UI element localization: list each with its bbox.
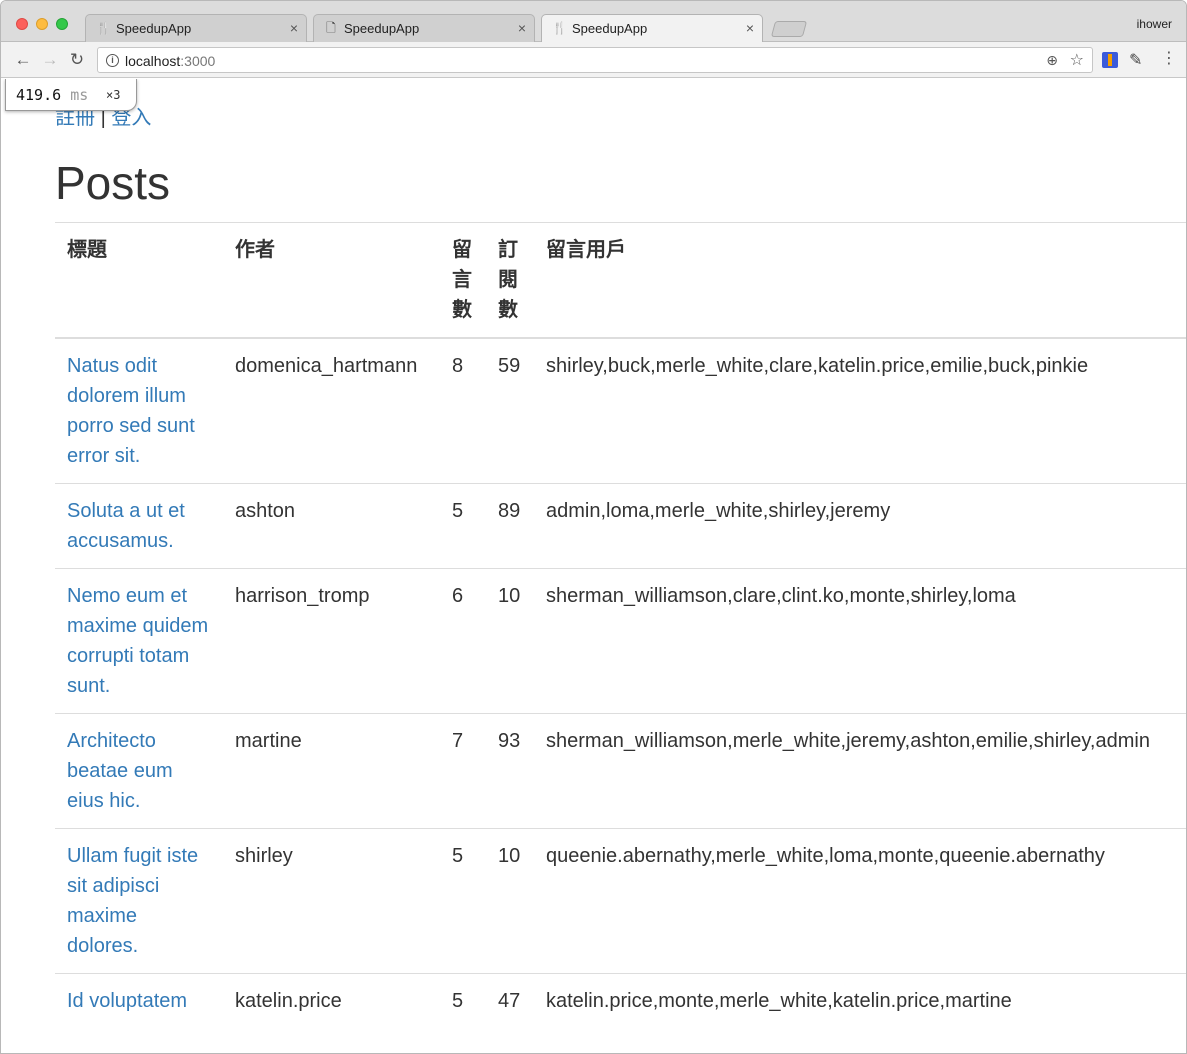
cell-author: harrison_tromp	[223, 568, 440, 714]
info-icon[interactable]: i	[106, 54, 119, 67]
cell-title: Natus odit dolorem illum porro sed sunt …	[55, 337, 223, 484]
bookmark-star-icon[interactable]: ☆	[1070, 50, 1084, 70]
cell-author: shirley	[223, 828, 440, 974]
close-tab-icon[interactable]: ×	[746, 20, 754, 36]
cell-comments-count: 5	[440, 483, 486, 569]
header-comments-count-label: 留言數	[452, 239, 472, 321]
cell-commenters: shirley,buck,merle_white,clare,katelin.p…	[534, 337, 1186, 484]
table-row: Natus odit dolorem illum porro sed sunt …	[55, 337, 1186, 484]
post-title-link[interactable]: Ullam fugit iste sit adipisci maxime dol…	[67, 845, 198, 957]
cell-subscriptions-count: 10	[486, 568, 534, 714]
cell-commenters: sherman_williamson,merle_white,jeremy,as…	[534, 713, 1186, 829]
zoom-icon[interactable]: ⊕	[1046, 52, 1058, 69]
tab-1[interactable]: 🍴 SpeedupApp ×	[85, 14, 307, 42]
profiler-count: ×3	[106, 88, 121, 102]
menu-kebab-icon[interactable]: ⋮	[1161, 49, 1177, 69]
profile-name[interactable]: ihower	[1137, 17, 1172, 31]
cell-comments-count: 7	[440, 713, 486, 829]
url-host: localhost	[125, 53, 181, 69]
brush-extension-icon[interactable]: ✎	[1129, 50, 1142, 70]
cell-title: Nemo eum et maxime quidem corrupti totam…	[55, 568, 223, 714]
tab-title: SpeedupApp	[116, 21, 192, 36]
profiler-time-value: 419.6	[16, 86, 62, 104]
cell-subscriptions-count: 10	[486, 828, 534, 974]
cell-commenters: admin,loma,merle_white,shirley,jeremy	[534, 483, 1186, 569]
close-tab-icon[interactable]: ×	[290, 20, 298, 36]
table-row: Ullam fugit iste sit adipisci maxime dol…	[55, 828, 1186, 974]
cell-author: katelin.price	[223, 973, 440, 1028]
back-arrow-icon[interactable]: ←	[13, 50, 33, 70]
table-row: Id voluptatem katelin.price 5 47 katelin…	[55, 973, 1186, 1028]
cell-subscriptions-count: 59	[486, 337, 534, 484]
cell-comments-count: 8	[440, 337, 486, 484]
page-title: Posts	[55, 157, 171, 209]
maximize-window-button[interactable]	[56, 18, 68, 30]
header-title: 標題	[55, 222, 223, 339]
url-port: :3000	[180, 53, 216, 69]
posts-table: 標題 作者 留言數 訂閱數 留言用戶 Natus odit dolorem il…	[55, 222, 1186, 1028]
cell-author: martine	[223, 713, 440, 829]
cell-author: domenica_hartmann	[223, 337, 440, 484]
post-title-link[interactable]: Nemo eum et maxime quidem corrupti totam…	[67, 585, 208, 697]
tab-title: SpeedupApp	[572, 21, 648, 36]
cell-comments-count: 6	[440, 568, 486, 714]
table-row: Architecto beatae eum eius hic. martine …	[55, 713, 1186, 829]
table-row: Soluta a ut et accusamus. ashton 5 89 ad…	[55, 483, 1186, 569]
tab-3-active[interactable]: 🍴 SpeedupApp ×	[541, 14, 763, 43]
cell-comments-count: 5	[440, 973, 486, 1028]
cell-title: Id voluptatem	[55, 973, 223, 1028]
browser-window: 🍴 SpeedupApp × 🗋 SpeedupApp × 🍴 SpeedupA…	[0, 0, 1187, 1054]
new-tab-button[interactable]	[770, 21, 808, 37]
reload-icon[interactable]: ↻	[67, 50, 87, 70]
cell-comments-count: 5	[440, 828, 486, 974]
cell-title: Architecto beatae eum eius hic.	[55, 713, 223, 829]
profiler-badge[interactable]: 419.6 ms ×3	[5, 79, 137, 111]
header-comments-count: 留言數	[440, 222, 486, 339]
close-window-button[interactable]	[16, 18, 28, 30]
profiler-time: 419.6 ms	[16, 86, 88, 104]
cell-author: ashton	[223, 483, 440, 569]
url-text[interactable]: localhost:3000	[125, 53, 215, 69]
fork-knife-icon: 🍴	[96, 21, 111, 35]
cell-title: Ullam fugit iste sit adipisci maxime dol…	[55, 828, 223, 974]
post-title-link[interactable]: Natus odit dolorem illum porro sed sunt …	[67, 355, 195, 467]
header-subscriptions-count: 訂閱數	[486, 222, 534, 339]
profiler-time-unit: ms	[70, 86, 89, 104]
close-tab-icon[interactable]: ×	[518, 20, 526, 36]
forward-arrow-icon[interactable]: →	[40, 50, 60, 70]
address-bar[interactable]: i localhost:3000 ⊕ ☆	[97, 47, 1093, 73]
header-subscriptions-count-label: 訂閱數	[498, 239, 518, 321]
extension-icon[interactable]	[1102, 52, 1118, 68]
cell-commenters: katelin.price,monte,merle_white,katelin.…	[534, 973, 1186, 1028]
cell-title: Soluta a ut et accusamus.	[55, 483, 223, 569]
minimize-window-button[interactable]	[36, 18, 48, 30]
post-title-link[interactable]: Id voluptatem	[67, 990, 187, 1012]
header-commenters: 留言用戶	[534, 222, 1186, 339]
tab-2[interactable]: 🗋 SpeedupApp ×	[313, 14, 535, 42]
page-content: 419.6 ms ×3 註冊 | 登入 Posts 標題 作者 留言數 訂閱數 …	[1, 79, 1186, 1053]
cell-subscriptions-count: 93	[486, 713, 534, 829]
tab-title: SpeedupApp	[344, 21, 420, 36]
cell-commenters: sherman_williamson,clare,clint.ko,monte,…	[534, 568, 1186, 714]
cell-subscriptions-count: 89	[486, 483, 534, 569]
table-row: Nemo eum et maxime quidem corrupti totam…	[55, 568, 1186, 714]
cell-commenters: queenie.abernathy,merle_white,loma,monte…	[534, 828, 1186, 974]
table-header-row: 標題 作者 留言數 訂閱數 留言用戶	[55, 222, 1186, 339]
post-title-link[interactable]: Soluta a ut et accusamus.	[67, 500, 185, 552]
browser-toolbar: ← → ↻ i localhost:3000 ⊕ ☆ ✎ ⋮	[1, 42, 1186, 78]
document-icon: 🗋	[326, 21, 336, 35]
post-title-link[interactable]: Architecto beatae eum eius hic.	[67, 730, 173, 812]
tab-strip: 🍴 SpeedupApp × 🗋 SpeedupApp × 🍴 SpeedupA…	[1, 1, 1186, 43]
cell-subscriptions-count: 47	[486, 973, 534, 1028]
header-author: 作者	[223, 222, 440, 339]
fork-knife-icon: 🍴	[552, 21, 567, 35]
